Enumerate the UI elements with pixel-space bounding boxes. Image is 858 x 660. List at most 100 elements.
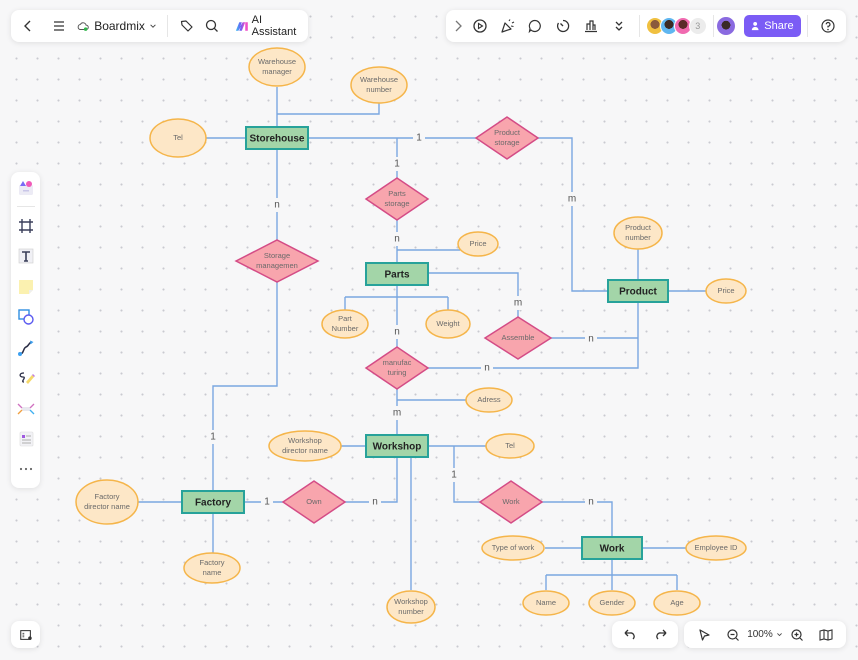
comment-button[interactable]: [522, 12, 550, 40]
entity-parts[interactable]: Parts: [365, 262, 429, 286]
entity-label: Storehouse: [249, 134, 304, 145]
board-name-dropdown[interactable]: Boardmix: [72, 19, 161, 33]
cardinality-parts_manufacturing: n: [391, 325, 403, 339]
cardinality-label: 1: [210, 432, 216, 443]
relationship-product_storage[interactable]: Productstorage: [474, 116, 540, 160]
expand-button[interactable]: [450, 12, 466, 40]
tool-sticky-note[interactable]: [14, 275, 38, 298]
divider: [16, 206, 35, 208]
chevron-down-icon: [150, 24, 156, 28]
edge: [538, 137, 608, 292]
redo-icon: [655, 629, 666, 639]
shape-icon: [17, 309, 34, 325]
relationship-manufacturing[interactable]: manufacturing: [364, 346, 430, 390]
vote-icon: [585, 20, 598, 33]
entity-factory[interactable]: Factory: [181, 490, 245, 514]
zoom-in-button[interactable]: [783, 621, 811, 649]
attribute-factory_name[interactable]: Factoryname: [183, 552, 241, 584]
er-diagram-canvas[interactable]: 11nmnmnnnm11 n1n WarehousemanagerWarehous…: [0, 0, 858, 660]
attribute-employee_id[interactable]: Employee ID: [685, 535, 747, 561]
cardinality-label: n: [394, 327, 400, 338]
cardinality-label: n: [484, 363, 490, 374]
help-icon: [821, 19, 835, 33]
vote-button[interactable]: [577, 12, 605, 40]
cardinality-label: n: [372, 497, 378, 508]
help-button[interactable]: [814, 12, 842, 40]
cardinality-label: 1: [416, 133, 422, 144]
tool-mind-map[interactable]: [14, 397, 38, 420]
relationship-storage_management[interactable]: Storagemanagemen: [234, 239, 320, 283]
attribute-adress[interactable]: Adress: [465, 387, 513, 413]
zoom-out-button[interactable]: [719, 621, 747, 649]
pen-icon: [18, 372, 35, 385]
back-icon: [23, 20, 31, 32]
shape-label: Factory: [94, 492, 119, 501]
tool-more[interactable]: [14, 458, 38, 481]
attribute-gender[interactable]: Gender: [588, 590, 636, 616]
relationship-assemble[interactable]: Assemble: [483, 316, 553, 360]
attribute-product_number[interactable]: Productnumber: [613, 216, 663, 250]
relationship-own[interactable]: Own: [281, 480, 347, 524]
attribute-warehouse_number[interactable]: Warehousenumber: [350, 66, 408, 104]
menu-button[interactable]: [47, 12, 73, 40]
undo-button[interactable]: [615, 621, 643, 649]
chevron-down-icon: [776, 633, 782, 637]
tool-shape[interactable]: [14, 306, 38, 329]
ai-assistant-button[interactable]: AI Assistant: [225, 14, 304, 38]
shape-label: storage: [494, 138, 519, 147]
shape-label: storage: [384, 199, 409, 208]
attribute-workshop_number[interactable]: Workshopnumber: [386, 590, 436, 624]
shape-label: Type of work: [492, 543, 535, 552]
tool-text[interactable]: [14, 245, 38, 268]
attribute-parts_price[interactable]: Price: [457, 231, 499, 257]
entity-work[interactable]: Work: [581, 536, 643, 560]
collaborators[interactable]: 3: [645, 17, 707, 35]
timer-button[interactable]: [549, 12, 577, 40]
minimap-button[interactable]: [812, 621, 840, 649]
relationship-work_rel[interactable]: Work: [478, 480, 544, 524]
attribute-workshop_director[interactable]: Workshopdirector name: [268, 430, 342, 462]
tool-pen[interactable]: [14, 366, 38, 389]
attribute-factory_director[interactable]: Factorydirector name: [75, 479, 139, 525]
attribute-weight[interactable]: Weight: [425, 309, 471, 339]
divider: [807, 15, 809, 37]
attribute-storehouse_tel[interactable]: Tel: [149, 118, 207, 158]
cardinality-own_workshop: n: [369, 495, 381, 509]
shape-label: Tel: [505, 441, 515, 450]
connector-icon: [17, 340, 33, 356]
outline-button[interactable]: [11, 621, 40, 648]
share-button[interactable]: Share: [743, 15, 802, 37]
top-right-toolbar: 3 Share: [446, 10, 846, 42]
attribute-product_price[interactable]: Price: [705, 278, 747, 304]
redo-button[interactable]: [648, 621, 676, 649]
back-button[interactable]: [15, 12, 41, 40]
entity-product[interactable]: Product: [607, 279, 669, 303]
attribute-part_number[interactable]: PartNumber: [321, 309, 369, 339]
zoom-level-dropdown[interactable]: 100%: [747, 629, 783, 640]
entity-storehouse[interactable]: Storehouse: [245, 126, 309, 150]
attribute-age[interactable]: Age: [653, 590, 701, 616]
celebrate-button[interactable]: [494, 12, 522, 40]
tool-templates[interactable]: [14, 176, 38, 199]
present-button[interactable]: [466, 12, 494, 40]
entity-workshop[interactable]: Workshop: [365, 434, 429, 458]
relationship-parts_storage[interactable]: Partsstorage: [364, 177, 430, 221]
attribute-type_of_work[interactable]: Type of work: [481, 535, 545, 561]
select-tool-button[interactable]: [690, 621, 718, 649]
attribute-warehouse_manager[interactable]: Warehousemanager: [248, 47, 306, 87]
cardinality-manufacturing_workshop: m: [391, 406, 403, 420]
tool-list[interactable]: [14, 427, 38, 450]
sticky-note-icon: [18, 279, 33, 294]
attribute-name[interactable]: Name: [522, 590, 570, 616]
collaborator-count[interactable]: 3: [688, 17, 707, 35]
shape-label: Warehouse: [258, 57, 296, 66]
tool-frame[interactable]: [14, 214, 38, 237]
user-avatar[interactable]: [715, 16, 736, 36]
comment-icon: [529, 19, 542, 34]
tool-connector[interactable]: [14, 336, 38, 359]
more-tools-button[interactable]: [605, 12, 633, 40]
tag-button[interactable]: [174, 12, 200, 40]
search-button[interactable]: [199, 12, 225, 40]
attribute-workshop_tel[interactable]: Tel: [485, 433, 535, 459]
edge: [212, 282, 278, 491]
